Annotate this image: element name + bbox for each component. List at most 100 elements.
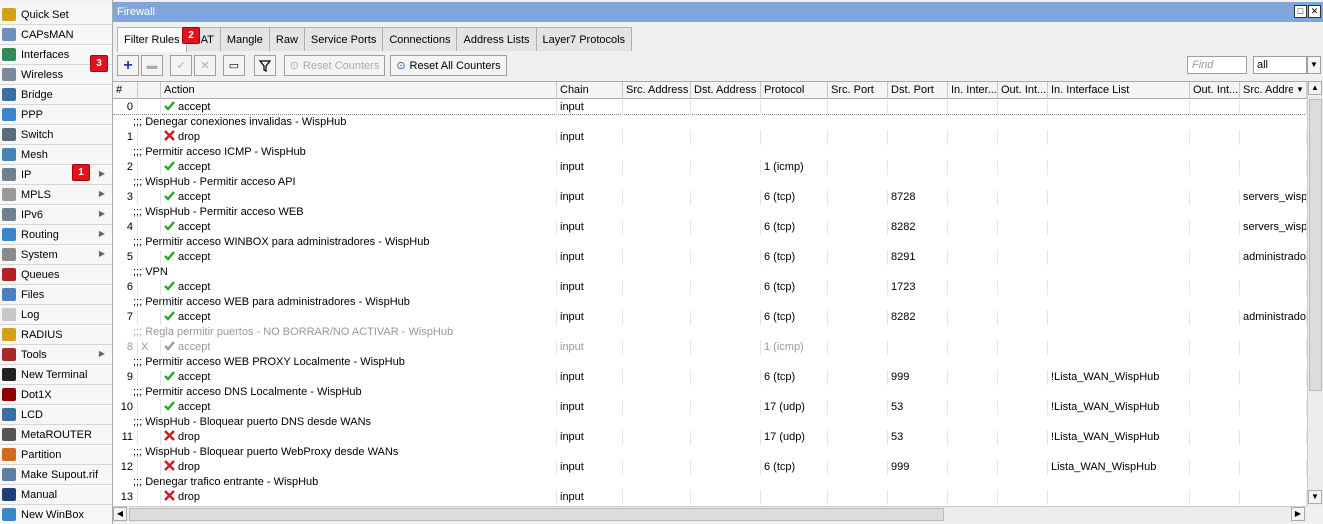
sidebar-item-radius[interactable]: RADIUS <box>0 325 112 345</box>
column-header[interactable]: Action <box>161 82 557 99</box>
comment-row[interactable]: ;;; Denegar conexiones invalidas - WispH… <box>113 115 1307 130</box>
column-header[interactable]: In. Interface List <box>1048 82 1190 99</box>
table-row[interactable]: 11 drop input 17 (udp) 53 !Lista_WAN_WispHub <box>113 430 1307 445</box>
table-row[interactable]: 0 accept input <box>113 100 1307 115</box>
sidebar-item-lcd[interactable]: LCD <box>0 405 112 425</box>
sidebar-item-partition[interactable]: Partition <box>0 445 112 465</box>
scroll-up-icon[interactable]: ▲ <box>1308 81 1322 95</box>
sidebar-item-metarouter[interactable]: MetaROUTER <box>0 425 112 445</box>
table-cell: X <box>138 340 161 355</box>
window-titlebar[interactable]: Firewall □ ✕ <box>113 2 1323 22</box>
reset-counters-button[interactable]: ⊙ Reset Counters <box>284 55 385 76</box>
columns-menu-icon[interactable]: ▼ <box>1293 82 1307 99</box>
sidebar-item-capsman[interactable]: CAPsMAN <box>0 25 112 45</box>
tab-layer7-protocols[interactable]: Layer7 Protocols <box>535 27 633 51</box>
sidebar-item-tools[interactable]: Tools ▶ <box>0 345 112 365</box>
sidebar-item-mesh[interactable]: Mesh <box>0 145 112 165</box>
table-row[interactable]: 5 accept input 6 (tcp) 8291 administrador <box>113 250 1307 265</box>
column-header[interactable]: Chain <box>557 82 623 99</box>
scroll-thumb[interactable] <box>1309 99 1322 391</box>
enable-button[interactable]: ✓ <box>170 55 192 76</box>
column-header[interactable]: Dst. Port <box>888 82 948 99</box>
find-input[interactable]: Find <box>1187 56 1247 74</box>
sidebar-item-routing[interactable]: Routing ▶ <box>0 225 112 245</box>
tab-raw[interactable]: Raw <box>268 27 305 51</box>
comment-row[interactable]: ;;; VPN <box>113 265 1307 280</box>
table-cell <box>623 130 691 145</box>
filter-button[interactable] <box>254 55 276 76</box>
hscroll-thumb[interactable] <box>129 508 944 521</box>
comment-row[interactable]: ;;; Denegar trafico entrante - WispHub <box>113 475 1307 490</box>
disable-button[interactable]: ✕ <box>194 55 216 76</box>
table-row[interactable]: 7 accept input 6 (tcp) 8282 administrador <box>113 310 1307 325</box>
comment-row[interactable]: ;;; WispHub - Bloquear puerto DNS desde … <box>113 415 1307 430</box>
add-button[interactable]: + <box>117 55 139 76</box>
table-cell <box>1190 490 1240 505</box>
comment-row[interactable]: ;;; WispHub - Bloquear puerto WebProxy d… <box>113 445 1307 460</box>
table-row[interactable]: 1 drop input <box>113 130 1307 145</box>
radius-icon <box>2 328 16 341</box>
sidebar-item-quick-set[interactable]: Quick Set <box>0 5 112 25</box>
column-header[interactable]: Dst. Address <box>691 82 761 99</box>
horizontal-scrollbar[interactable]: ◀ ▶ <box>113 506 1307 522</box>
sidebar-item-log[interactable]: Log <box>0 305 112 325</box>
comment-row[interactable]: ;;; WispHub - Permitir acceso API <box>113 175 1307 190</box>
sidebar-item-system[interactable]: System ▶ <box>0 245 112 265</box>
sidebar-item-ipv6[interactable]: IPv6 ▶ <box>0 205 112 225</box>
sidebar-item-switch[interactable]: Switch <box>0 125 112 145</box>
sidebar-item-mpls[interactable]: MPLS ▶ <box>0 185 112 205</box>
sidebar-item-ip[interactable]: IP ▶ <box>0 165 112 185</box>
sidebar-item-dot1x[interactable]: Dot1X <box>0 385 112 405</box>
scroll-right-icon[interactable]: ▶ <box>1291 507 1305 521</box>
comment-row[interactable]: ;;; Regla permitir puertos - NO BORRAR/N… <box>113 325 1307 340</box>
sidebar-item-new-winbox[interactable]: New WinBox <box>0 505 112 524</box>
tab-mangle[interactable]: Mangle <box>219 27 270 51</box>
close-icon[interactable]: ✕ <box>1308 5 1321 18</box>
comment-row[interactable]: ;;; Permitir acceso ICMP - WispHub <box>113 145 1307 160</box>
table-row[interactable]: 10 accept input 17 (udp) 53 !Lista_WAN_WispHu… <box>113 400 1307 415</box>
column-header[interactable]: Protocol <box>761 82 828 99</box>
table-row[interactable]: 6 accept input 6 (tcp) 1723 <box>113 280 1307 295</box>
sidebar-item-queues[interactable]: Queues <box>0 265 112 285</box>
sidebar-item-ppp[interactable]: PPP <box>0 105 112 125</box>
table-cell: 999 <box>888 370 948 385</box>
filter-select[interactable]: all <box>1253 56 1307 74</box>
column-header[interactable]: Src. Port <box>828 82 888 99</box>
remove-button[interactable]: ▬ <box>141 55 163 76</box>
comment-button[interactable]: ▭ <box>223 55 245 76</box>
tab-address-lists[interactable]: Address Lists <box>456 27 537 51</box>
sidebar-item-new-terminal[interactable]: New Terminal <box>0 365 112 385</box>
table-row[interactable]: 2 accept input 1 (icmp) <box>113 160 1307 175</box>
sidebar-item-make-supout-rif[interactable]: Make Supout.rif <box>0 465 112 485</box>
column-header[interactable]: Out. Int... <box>998 82 1048 99</box>
table-row[interactable]: 3 accept input 6 (tcp) 8728 servers_wisph <box>113 190 1307 205</box>
column-header[interactable]: Out. Int... <box>1190 82 1240 99</box>
sidebar-item-files[interactable]: Files <box>0 285 112 305</box>
table-row[interactable]: 9 accept input 6 (tcp) 999 !Lista_WAN_WispHub <box>113 370 1307 385</box>
table-row[interactable]: 13 drop input <box>113 490 1307 505</box>
scroll-down-icon[interactable]: ▼ <box>1308 490 1322 504</box>
tab-service-ports[interactable]: Service Ports <box>303 27 384 51</box>
chevron-down-icon[interactable]: ▼ <box>1307 56 1321 74</box>
sidebar-item-bridge[interactable]: Bridge <box>0 85 112 105</box>
column-header[interactable]: # <box>113 82 138 99</box>
table-row[interactable]: 12 drop input 6 (tcp) 999 Lista_WAN_WispHub <box>113 460 1307 475</box>
table-cell: 6 (tcp) <box>761 460 828 475</box>
column-header[interactable]: Src. Address <box>623 82 691 99</box>
tab-filter-rules[interactable]: Filter Rules <box>117 27 187 52</box>
comment-row[interactable]: ;;; WispHub - Permitir acceso WEB <box>113 205 1307 220</box>
table-row[interactable]: 8 Xaccept input 1 (icmp) <box>113 340 1307 355</box>
sidebar-item-manual[interactable]: Manual <box>0 485 112 505</box>
table-row[interactable]: 4 accept input 6 (tcp) 8282 servers_wisph <box>113 220 1307 235</box>
column-header[interactable]: In. Inter... <box>948 82 998 99</box>
comment-row[interactable]: ;;; Permitir acceso DNS Localmente - Wis… <box>113 385 1307 400</box>
vertical-scrollbar[interactable]: ▲ ▼ <box>1307 81 1323 506</box>
comment-row[interactable]: ;;; Permitir acceso WEB para administrad… <box>113 295 1307 310</box>
scroll-left-icon[interactable]: ◀ <box>113 507 127 521</box>
comment-row[interactable]: ;;; Permitir acceso WINBOX para administ… <box>113 235 1307 250</box>
column-header[interactable] <box>138 82 161 99</box>
comment-row[interactable]: ;;; Permitir acceso WEB PROXY Localmente… <box>113 355 1307 370</box>
tab-connections[interactable]: Connections <box>382 27 458 51</box>
maximize-icon[interactable]: □ <box>1294 5 1307 18</box>
reset-all-counters-button[interactable]: ⊙ Reset All Counters <box>390 55 507 76</box>
